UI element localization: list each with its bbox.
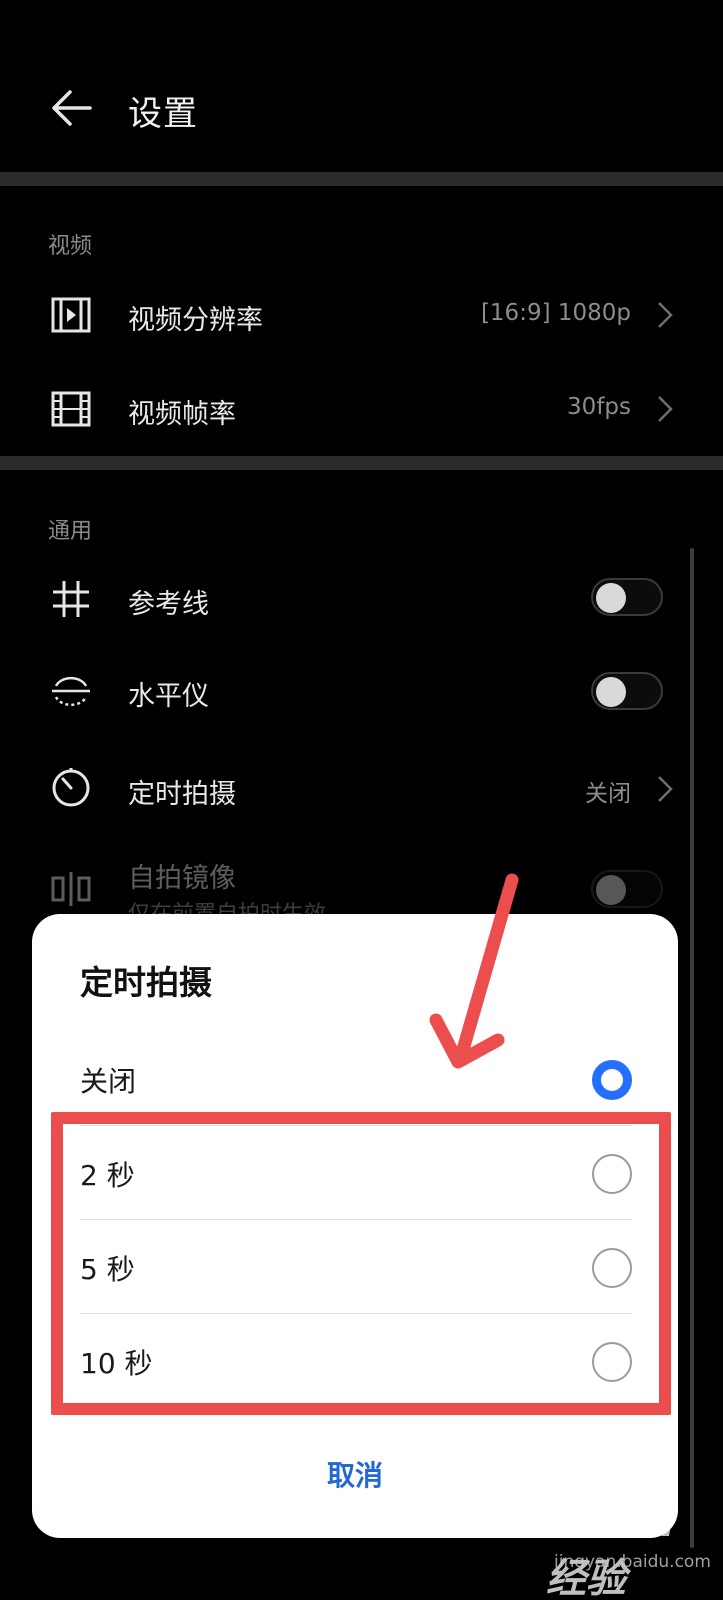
setting-label: 定时拍摄	[128, 779, 236, 810]
watermark-logo: Baidu经验	[546, 1500, 675, 1600]
chevron-right-icon	[658, 396, 673, 422]
setting-row-video-framerate[interactable]: 视频帧率 30fps	[0, 364, 723, 454]
setting-value: 关闭	[585, 781, 631, 807]
section-label-general: 通用	[48, 519, 93, 544]
toggle-knob	[596, 677, 626, 707]
setting-value: 30fps	[567, 394, 631, 420]
section-divider	[0, 172, 723, 186]
top-app-bar: 设置	[0, 0, 723, 175]
setting-row-level[interactable]: 水平仪	[0, 646, 723, 736]
level-toggle[interactable]	[591, 672, 663, 710]
setting-label: 自拍镜像	[128, 863, 236, 894]
toggle-knob	[596, 875, 626, 905]
annotation-highlight-box	[51, 1112, 671, 1415]
section-label-video: 视频	[48, 234, 93, 259]
setting-value: [16:9] 1080p	[480, 300, 631, 326]
watermark-url: jingyan.baidu.com	[554, 1552, 711, 1572]
grid-icon	[53, 581, 89, 617]
mirror-toggle[interactable]	[591, 870, 663, 908]
annotation-arrow-icon	[429, 873, 519, 1069]
film-strip-icon	[51, 391, 91, 427]
setting-label: 视频帧率	[128, 399, 236, 430]
level-icon	[52, 676, 90, 707]
baidu-watermark: Baidu经验 jingyan.baidu.com	[540, 1490, 711, 1600]
mirror-icon	[51, 872, 91, 906]
setting-label: 视频分辨率	[128, 305, 263, 336]
setting-row-timer[interactable]: 定时拍摄 关闭	[0, 742, 723, 832]
video-resolution-icon	[51, 297, 91, 333]
setting-row-gridlines[interactable]: 参考线	[0, 554, 723, 644]
arrow-left-icon[interactable]	[50, 86, 94, 130]
cancel-button[interactable]: 取消	[32, 1454, 678, 1494]
setting-label: 参考线	[128, 589, 209, 620]
scrollbar[interactable]	[690, 548, 694, 1548]
section-divider	[0, 456, 723, 470]
gridlines-toggle[interactable]	[591, 578, 663, 616]
dialog-title: 定时拍摄	[80, 963, 212, 1002]
chevron-right-icon	[658, 302, 673, 328]
option-label: 关闭	[80, 1065, 137, 1098]
toggle-knob	[596, 583, 626, 613]
timer-icon	[52, 768, 90, 807]
setting-row-video-resolution[interactable]: 视频分辨率 [16:9] 1080p	[0, 270, 723, 360]
radio-selected[interactable]	[592, 1060, 632, 1100]
setting-label: 水平仪	[128, 681, 209, 712]
page-title: 设置	[128, 94, 198, 134]
chevron-right-icon	[658, 776, 673, 802]
